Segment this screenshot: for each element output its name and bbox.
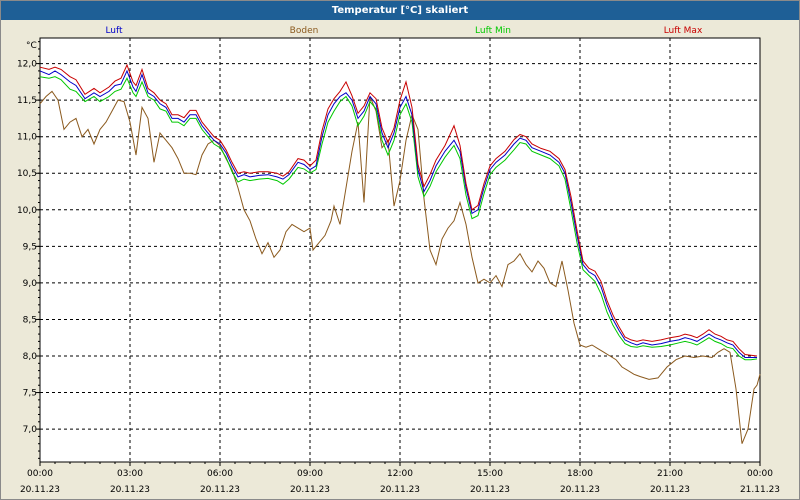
legend-item-boden: Boden xyxy=(290,26,319,36)
y-tick-label: 12,0 xyxy=(17,60,37,70)
legend-item-luft-max: Luft Max xyxy=(664,26,703,36)
y-tick-label: 9,0 xyxy=(23,279,38,289)
x-tick-time: 06:00 xyxy=(207,469,233,479)
x-tick-date: 20.11.23 xyxy=(470,485,510,495)
x-tick-time: 00:00 xyxy=(27,469,53,479)
x-tick-date: 21.11.23 xyxy=(740,485,780,495)
legend-item-luft: Luft xyxy=(105,26,123,36)
x-tick-time: 09:00 xyxy=(297,469,323,479)
y-tick-label: 7,0 xyxy=(23,425,38,435)
x-tick-time: 15:00 xyxy=(477,469,503,479)
y-axis: 7,0 7,5 8,0 8,5 9,0 9,5 10,0 10,5 11,0 11,5 12,0 xyxy=(17,41,40,459)
legend-item-luft-min: Luft Min xyxy=(475,26,511,36)
y-tick-label: 10,0 xyxy=(17,206,37,216)
temperature-chart: Luft Boden Luft Min Luft Max 7,0 7,5 8,0 8,5 9,… xyxy=(17,26,780,495)
x-tick-date: 20.11.23 xyxy=(290,485,330,495)
y-tick-label: 11,0 xyxy=(17,133,37,143)
x-tick-time: 18:00 xyxy=(567,469,593,479)
y-tick-label: 8,5 xyxy=(23,315,37,325)
x-tick-date: 20.11.23 xyxy=(560,485,600,495)
legend: Luft Boden Luft Min Luft Max xyxy=(105,26,703,36)
x-tick-time: 00:00 xyxy=(747,469,773,479)
x-tick-date: 20.11.23 xyxy=(200,485,240,495)
y-tick-label: 11,5 xyxy=(17,96,37,106)
x-tick-date: 20.11.23 xyxy=(650,485,690,495)
y-tick-label: 10,5 xyxy=(17,169,37,179)
x-tick-time: 21:00 xyxy=(657,469,683,479)
y-tick-label: 7,5 xyxy=(23,389,37,399)
x-tick-date: 20.11.23 xyxy=(20,485,60,495)
x-tick-time: 03:00 xyxy=(117,469,143,479)
x-tick-date: 20.11.23 xyxy=(380,485,420,495)
y-tick-label: 8,0 xyxy=(23,352,38,362)
y-tick-label: 9,5 xyxy=(23,242,37,252)
y-axis-unit: °C xyxy=(26,41,37,51)
x-tick-date: 20.11.23 xyxy=(110,485,150,495)
x-axis: 00:00 20.11.23 03:00 20.11.23 06:00 20.11.23 0… xyxy=(20,462,780,495)
x-tick-time: 12:00 xyxy=(387,469,413,479)
